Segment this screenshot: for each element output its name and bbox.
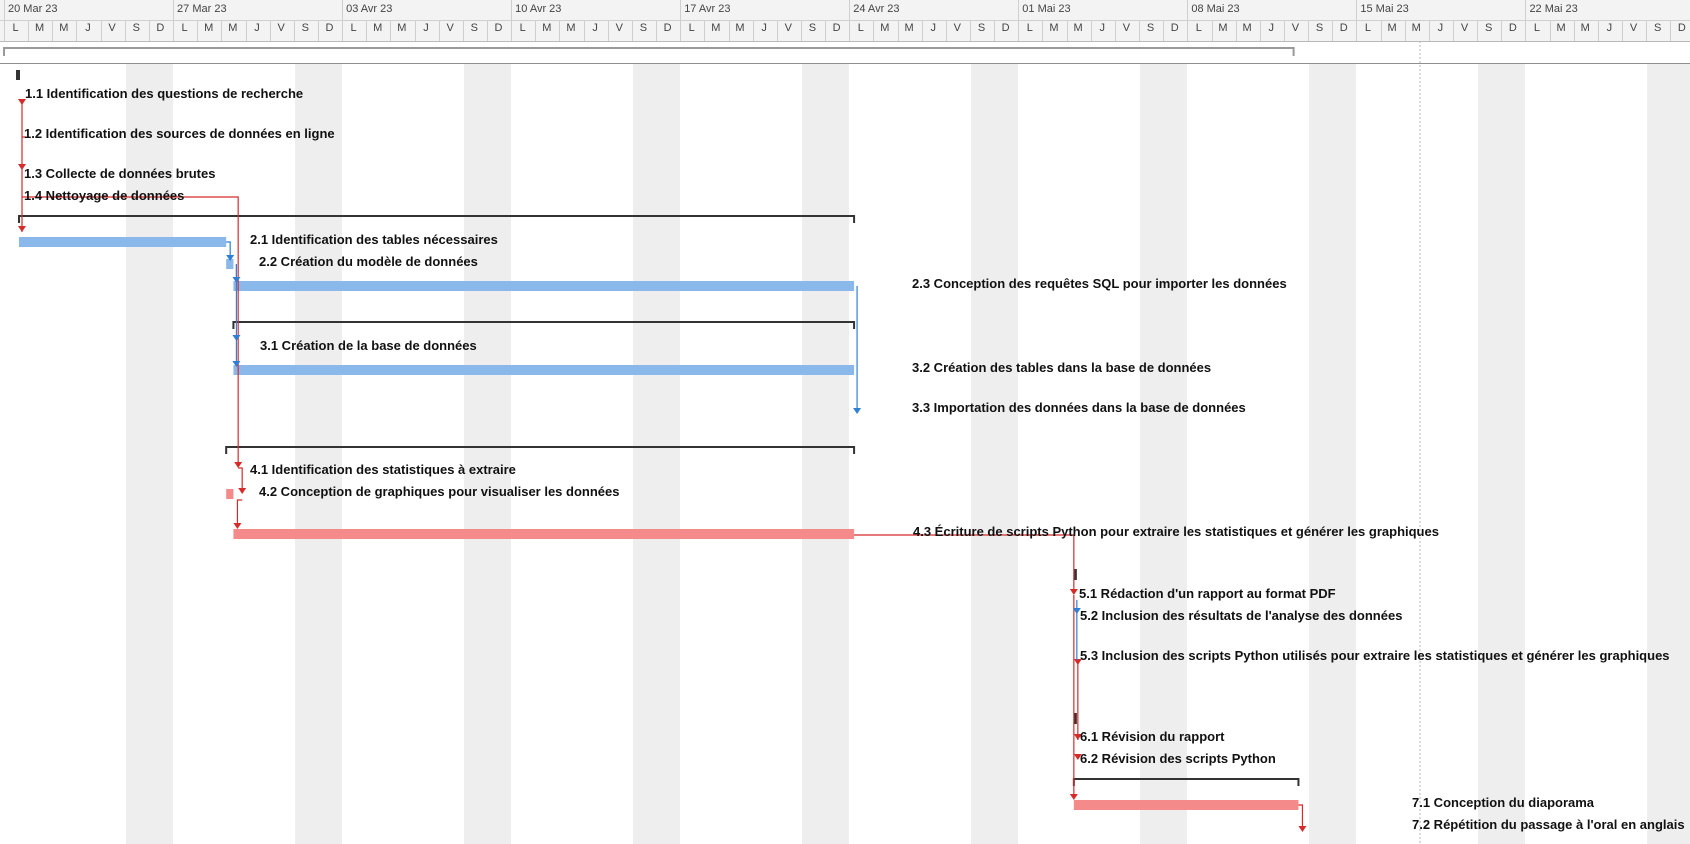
task-label-4-1[interactable]: 4.1 Identification des statistiques à ex…: [250, 462, 516, 478]
summary-section-4: [225, 446, 856, 454]
link-arrow: [1298, 826, 1307, 832]
link-4-3-to-5-1: [854, 534, 1075, 590]
task-bar-2-3: [233, 281, 855, 291]
task-label-6-1[interactable]: 6.1 Révision du rapport: [1080, 729, 1224, 745]
gantt-chart[interactable]: 20 Mar 23 L M M J V S D 27 Mar 23 L M M J V S D 03 Avr 2…: [0, 0, 1690, 844]
task-label-1-3[interactable]: 1.3 Collecte de données brutes: [24, 166, 215, 182]
task-label-3-3[interactable]: 3.3 Importation des données dans la base…: [912, 400, 1246, 416]
link-arrow: [233, 523, 242, 529]
task-label-2-3[interactable]: 2.3 Conception des requêtes SQL pour imp…: [912, 276, 1287, 292]
task-bar-2-1: [19, 237, 227, 247]
task-bar-4-3: [233, 529, 855, 539]
task-label-6-2[interactable]: 6.2 Révision des scripts Python: [1080, 751, 1276, 767]
task-label-7-2[interactable]: 7.2 Répétition du passage à l'oral en an…: [1412, 817, 1685, 833]
task-bar-2-2: [226, 259, 234, 269]
task-bar-7-1: [1073, 800, 1299, 810]
summary-section-7: [1072, 778, 1300, 786]
summary-1-milestone: [16, 70, 20, 80]
task-label-4-2[interactable]: 4.2 Conception de graphiques pour visual…: [259, 484, 619, 500]
link-7-1-to-7-2: [1298, 804, 1304, 828]
link-arrow: [853, 408, 862, 414]
task-label-5-1[interactable]: 5.1 Rédaction d'un rapport au format PDF: [1079, 586, 1336, 602]
link-arrow: [1069, 794, 1078, 800]
summary-section-2: [18, 215, 856, 223]
task-label-5-3[interactable]: 5.3 Inclusion des scripts Python utilisé…: [1080, 648, 1670, 664]
task-label-5-2[interactable]: 5.2 Inclusion des résultats de l'analyse…: [1080, 608, 1402, 624]
task-label-1-2[interactable]: 1.2 Identification des sources de donnée…: [24, 126, 335, 142]
task-bar-4-2: [226, 489, 234, 499]
task-label-2-2[interactable]: 2.2 Création du modèle de données: [259, 254, 478, 270]
link-arrow: [18, 226, 26, 232]
task-label-4-3[interactable]: 4.3 Écriture de scripts Python pour extr…: [913, 524, 1439, 540]
link-arrow: [232, 335, 241, 341]
task-label-3-1[interactable]: 3.1 Création de la base de données: [260, 338, 477, 354]
task-label-7-1[interactable]: 7.1 Conception du diaporama: [1412, 795, 1594, 811]
task-label-3-2[interactable]: 3.2 Création des tables dans la base de …: [912, 360, 1211, 376]
task-label-1-4[interactable]: 1.4 Nettoyage de données: [24, 188, 184, 204]
link-4-2-to-4-3: [236, 499, 243, 524]
link-1-4-to-4-1: [22, 196, 239, 463]
task-label-1-1[interactable]: 1.1 Identification des questions de rech…: [25, 86, 303, 102]
task-bar-3-2: [233, 365, 855, 375]
project-summary-bar: [3, 47, 1295, 56]
link-arrow: [234, 462, 243, 468]
link-arrow: [1069, 589, 1078, 595]
link-arrow: [238, 488, 247, 494]
link-4-1-to-4-2: [238, 467, 243, 490]
summary-section-3: [232, 321, 856, 329]
task-label-2-1[interactable]: 2.1 Identification des tables nécessaire…: [250, 232, 498, 248]
